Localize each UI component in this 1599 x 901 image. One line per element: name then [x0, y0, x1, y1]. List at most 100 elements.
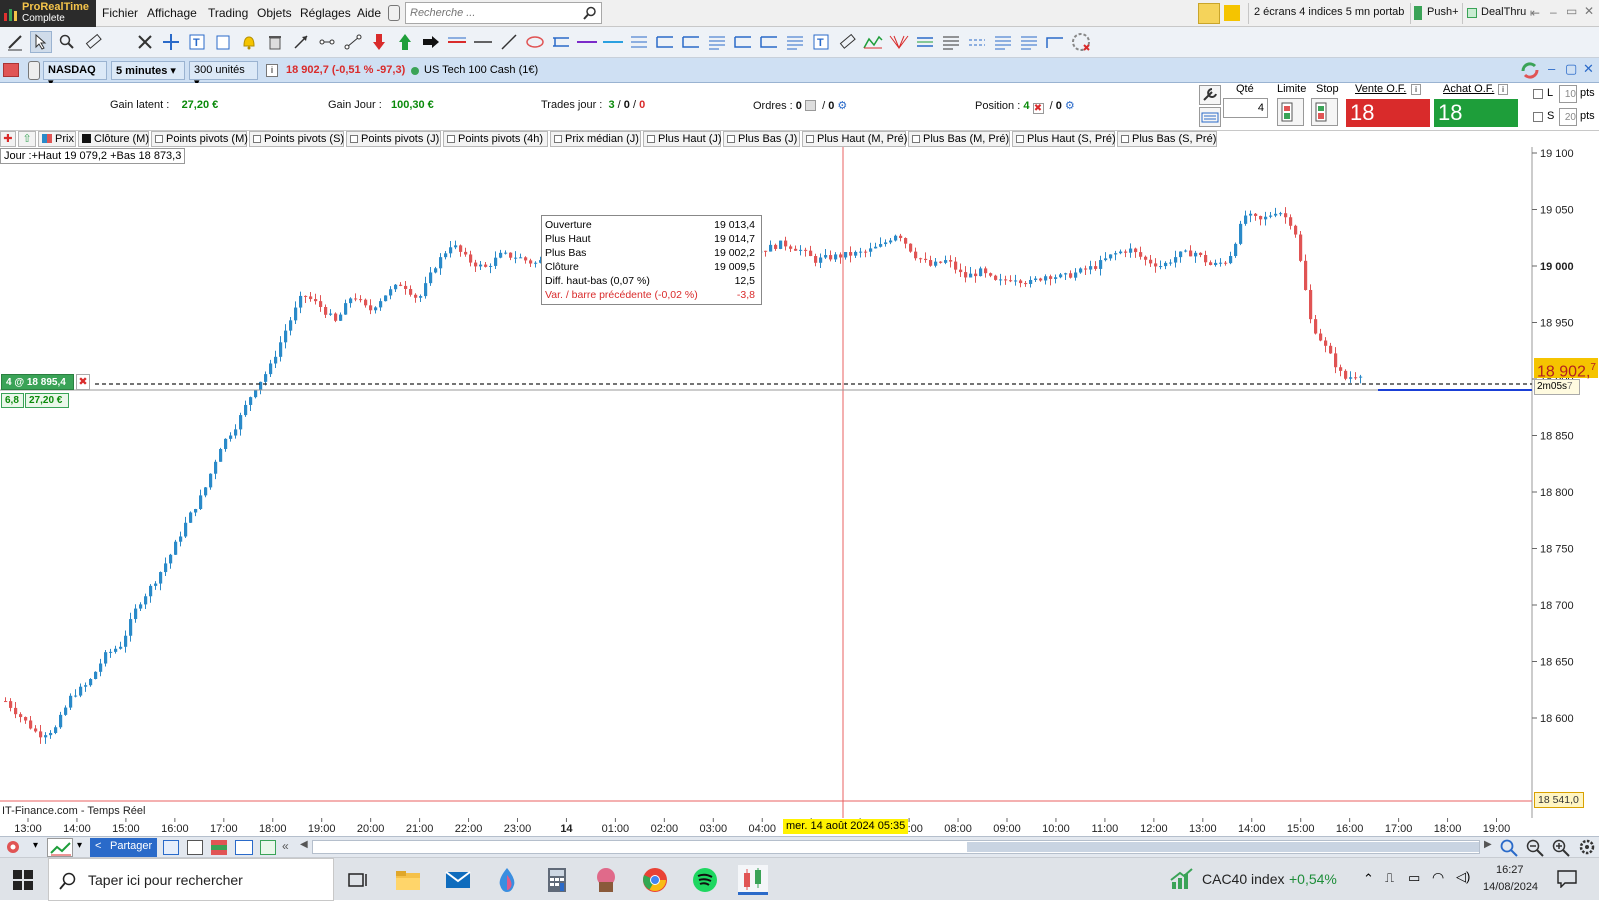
tools-icon[interactable] [134, 31, 156, 53]
calculator-icon[interactable] [542, 865, 572, 895]
chrome-icon[interactable] [640, 865, 670, 895]
units-selector[interactable]: 300 unités ▾ [189, 61, 258, 89]
tab-pivots-s[interactable]: Points pivots (S) [249, 131, 344, 147]
segment-icon[interactable] [316, 31, 338, 53]
purple-line-icon[interactable] [576, 31, 598, 53]
link-icon[interactable] [388, 5, 400, 21]
zigzag-icon[interactable] [862, 31, 884, 53]
notifications-icon[interactable] [1557, 870, 1577, 889]
wifi-icon[interactable]: ◠ [1432, 869, 1444, 886]
hline-red-icon[interactable] [446, 31, 468, 53]
menu-objets[interactable]: Objets [257, 6, 292, 20]
position-settings-icon[interactable]: ⚙ [1065, 100, 1075, 112]
channel-icon[interactable] [550, 31, 572, 53]
l-points-input[interactable] [1559, 85, 1577, 103]
right-arrow-icon[interactable] [420, 31, 442, 53]
fib-extension-icon[interactable] [1018, 31, 1040, 53]
draw-pencil-icon[interactable] [4, 31, 26, 53]
mail-icon[interactable] [443, 865, 473, 895]
ordres-settings-icon[interactable]: ⚙ [837, 100, 847, 112]
levels-icon[interactable] [940, 31, 962, 53]
spotify-icon[interactable] [690, 865, 720, 895]
tab-prix-median[interactable]: Prix médian (J) [550, 131, 641, 147]
limit-order-button[interactable] [1277, 98, 1304, 126]
ordres-cancel-icon[interactable] [804, 100, 816, 111]
list-icon[interactable] [163, 840, 179, 855]
network-icon[interactable]: ⎍ [1385, 870, 1394, 886]
achat-info-icon[interactable]: i [1498, 84, 1508, 95]
task-view-icon[interactable] [343, 865, 373, 895]
menu-trading[interactable]: Trading [208, 6, 248, 20]
share-button[interactable]: < Partager [90, 838, 157, 857]
alert-bell-icon[interactable] [238, 31, 260, 53]
scroll-right-icon[interactable]: ▶ [1484, 839, 1492, 850]
text-box-icon[interactable]: T [810, 31, 832, 53]
s-points-input[interactable] [1559, 108, 1577, 126]
add-indicator-icon[interactable]: ✚ [0, 131, 16, 147]
keyboard-icon[interactable] [1199, 107, 1221, 127]
tab-plus-bas-s-pre[interactable]: Plus Bas (S, Pré) [1117, 131, 1217, 147]
delete-drawings-icon[interactable] [1070, 31, 1092, 53]
corner-icon[interactable] [1044, 31, 1066, 53]
window-close-icon[interactable]: ✕ [1584, 4, 1594, 18]
clipboard-icon[interactable] [212, 31, 234, 53]
vente-info-icon[interactable]: i [1411, 84, 1421, 95]
taskbar-search[interactable]: Taper ici pour rechercher [48, 858, 334, 901]
menu-reglages[interactable]: Réglages [300, 6, 351, 20]
bracket-icon[interactable] [654, 31, 676, 53]
fibonacci-icon[interactable] [628, 31, 650, 53]
instrument-link-icon[interactable] [28, 61, 40, 80]
zoom-in-icon[interactable] [1551, 838, 1571, 857]
instrument-status-icon[interactable] [3, 63, 19, 77]
menu-affichage[interactable]: Affichage [147, 6, 197, 20]
sell-button[interactable]: 18 902,2 [1346, 99, 1430, 158]
measure-icon[interactable] [836, 31, 858, 53]
tab-prix[interactable]: Prix [38, 131, 76, 147]
orderbook-icon[interactable] [211, 840, 227, 855]
buy-arrow-icon[interactable] [394, 31, 416, 53]
pencil-icon[interactable] [1198, 3, 1220, 24]
wrench-icon[interactable] [1199, 85, 1221, 105]
tab-plus-haut-s-pre[interactable]: Plus Haut (S, Pré) [1012, 131, 1116, 147]
tab-plus-haut-m-pre[interactable]: Plus Haut (M, Pré) [802, 131, 907, 147]
bracket-4-icon[interactable] [758, 31, 780, 53]
chevron-down-icon[interactable]: ▾ [77, 840, 82, 851]
file-explorer-icon[interactable] [393, 865, 423, 895]
market-selector[interactable]: NASDAQ ▾ [43, 61, 107, 89]
folder-icon[interactable] [1224, 5, 1240, 21]
refresh-icon[interactable] [1519, 60, 1541, 81]
tab-plus-haut-j[interactable]: Plus Haut (J) [643, 131, 722, 147]
tab-cloture-m[interactable]: Clôture (M) [78, 131, 149, 147]
pointer-icon[interactable] [30, 31, 52, 53]
volume-icon[interactable]: ◁) [1456, 869, 1470, 885]
portfolio-icon[interactable] [187, 840, 203, 855]
zoom-out-icon[interactable] [1525, 838, 1545, 857]
chart-settings-gear-icon[interactable] [1577, 838, 1597, 857]
position-close-icon[interactable]: ✖ [1032, 103, 1044, 114]
stock-widget-icon[interactable] [1170, 868, 1194, 890]
settings-gear-icon[interactable] [3, 839, 29, 856]
battery-icon[interactable]: ▭ [1408, 870, 1420, 886]
trade-journal-icon[interactable] [260, 840, 276, 855]
window-back-icon[interactable]: ⇤ [1530, 6, 1540, 20]
close-position-icon[interactable]: ✖ [76, 374, 90, 390]
windows-start-icon[interactable] [13, 870, 33, 890]
menu-fichier[interactable]: Fichier [102, 6, 138, 20]
arrow-line-icon[interactable] [290, 31, 312, 53]
menu-aide[interactable]: Aide [357, 6, 381, 20]
ellipse-icon[interactable] [524, 31, 546, 53]
hline-icon[interactable] [472, 31, 494, 53]
price-chart[interactable]: 19 10019 05019 00018 95018 90018 85018 8… [0, 147, 1599, 836]
trendline-icon[interactable] [342, 31, 364, 53]
clock-date[interactable]: 14/08/2024 [1483, 881, 1538, 893]
buy-button[interactable]: 18 903,2 [1434, 99, 1518, 158]
paint-icon[interactable] [492, 865, 522, 895]
panel-minimize-icon[interactable]: – [1548, 61, 1555, 76]
search-icon[interactable] [583, 6, 597, 20]
info-icon[interactable]: i [266, 64, 278, 77]
chevron-down-icon[interactable]: ▾ [33, 840, 38, 851]
trash-icon[interactable] [264, 31, 286, 53]
scroll-left-icon[interactable]: ◀ [300, 839, 308, 850]
chart-type-icon[interactable] [47, 838, 73, 857]
fib-levels-icon[interactable] [784, 31, 806, 53]
